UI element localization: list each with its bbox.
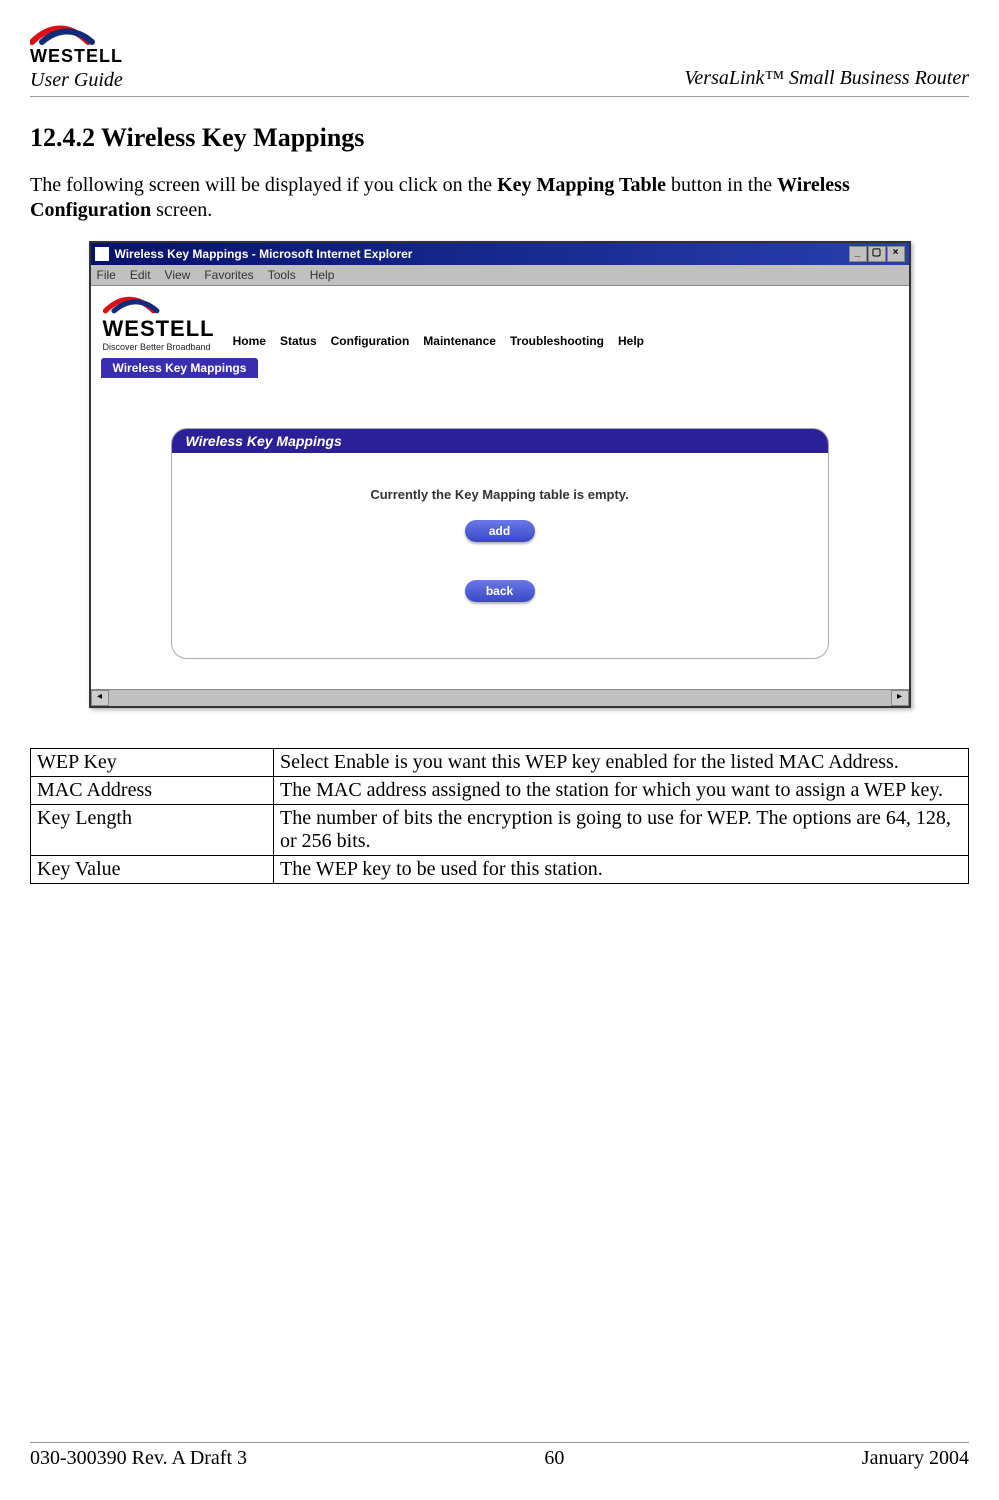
brand-wordmark: WESTELL <box>30 46 123 67</box>
horizontal-scrollbar[interactable]: ◂ ▸ <box>91 689 909 706</box>
table-row: MAC Address The MAC address assigned to … <box>31 777 969 805</box>
para-text: button in the <box>666 174 777 196</box>
back-button[interactable]: back <box>465 580 535 602</box>
window-titlebar: Wireless Key Mappings - Microsoft Intern… <box>91 243 909 265</box>
ie-icon <box>95 247 109 261</box>
parameter-table: WEP Key Select Enable is you want this W… <box>30 748 969 884</box>
maximize-button[interactable]: ▢ <box>868 246 886 262</box>
panel-title: Wireless Key Mappings <box>172 429 828 453</box>
param-desc: Select Enable is you want this WEP key e… <box>274 749 969 777</box>
nav-item[interactable]: Home <box>233 334 266 348</box>
panel-area: Wireless Key Mappings Currently the Key … <box>91 378 909 689</box>
footer-center: 60 <box>544 1447 564 1470</box>
param-name: Key Value <box>31 856 274 884</box>
site-header: WESTELL Discover Better Broadband Home S… <box>91 286 909 358</box>
panel: Wireless Key Mappings Currently the Key … <box>171 428 829 659</box>
panel-body: Currently the Key Mapping table is empty… <box>172 453 828 658</box>
param-name: WEP Key <box>31 749 274 777</box>
nav-item[interactable]: Configuration <box>331 334 410 348</box>
table-row: WEP Key Select Enable is you want this W… <box>31 749 969 777</box>
menu-item[interactable]: File <box>97 268 116 282</box>
page-header: WESTELL User Guide VersaLink™ Small Busi… <box>30 20 969 97</box>
menu-item[interactable]: View <box>165 268 191 282</box>
nav-item[interactable]: Troubleshooting <box>510 334 604 348</box>
westell-swoosh-icon <box>103 292 173 316</box>
active-tab[interactable]: Wireless Key Mappings <box>101 358 259 378</box>
menu-item[interactable]: Tools <box>268 268 296 282</box>
menu-item[interactable]: Help <box>310 268 335 282</box>
param-desc: The MAC address assigned to the station … <box>274 777 969 805</box>
param-name: Key Length <box>31 805 274 856</box>
tab-strip: Wireless Key Mappings <box>91 358 909 378</box>
browser-menubar: File Edit View Favorites Tools Help <box>91 265 909 286</box>
window-buttons: _ ▢ × <box>848 246 905 262</box>
embedded-screenshot: Wireless Key Mappings - Microsoft Intern… <box>89 241 911 708</box>
site-brand: WESTELL <box>103 316 215 342</box>
para-text: The following screen will be displayed i… <box>30 174 497 196</box>
site-tagline: Discover Better Broadband <box>103 342 211 352</box>
page-footer: 030-300390 Rev. A Draft 3 60 January 200… <box>30 1442 969 1470</box>
scroll-left-icon[interactable]: ◂ <box>91 690 109 706</box>
param-name: MAC Address <box>31 777 274 805</box>
table-row: Key Value The WEP key to be used for thi… <box>31 856 969 884</box>
footer-right: January 2004 <box>862 1447 969 1470</box>
minimize-button[interactable]: _ <box>849 246 867 262</box>
site-nav: Home Status Configuration Maintenance Tr… <box>233 334 644 352</box>
document-page: WESTELL User Guide VersaLink™ Small Busi… <box>0 0 999 1500</box>
nav-item[interactable]: Status <box>280 334 317 348</box>
para-bold-1: Key Mapping Table <box>497 174 666 196</box>
para-text: screen. <box>151 199 212 221</box>
product-name: VersaLink™ Small Business Router <box>684 67 969 92</box>
menu-item[interactable]: Edit <box>130 268 151 282</box>
add-button[interactable]: add <box>465 520 535 542</box>
nav-item[interactable]: Help <box>618 334 644 348</box>
menu-item[interactable]: Favorites <box>204 268 253 282</box>
param-desc: The WEP key to be used for this station. <box>274 856 969 884</box>
doc-label: User Guide <box>30 69 123 92</box>
close-button[interactable]: × <box>887 246 905 262</box>
brand-block: WESTELL User Guide <box>30 20 123 92</box>
intro-paragraph: The following screen will be displayed i… <box>30 173 969 223</box>
browser-body: WESTELL Discover Better Broadband Home S… <box>91 286 909 689</box>
footer-left: 030-300390 Rev. A Draft 3 <box>30 1447 247 1470</box>
scroll-right-icon[interactable]: ▸ <box>891 690 909 706</box>
section-heading: 12.4.2 Wireless Key Mappings <box>30 123 969 153</box>
westell-swoosh-icon <box>30 20 110 48</box>
window-title: Wireless Key Mappings - Microsoft Intern… <box>115 247 413 261</box>
empty-message: Currently the Key Mapping table is empty… <box>182 487 818 502</box>
table-row: Key Length The number of bits the encryp… <box>31 805 969 856</box>
site-logo: WESTELL Discover Better Broadband <box>103 292 215 352</box>
nav-item[interactable]: Maintenance <box>423 334 496 348</box>
param-desc: The number of bits the encryption is goi… <box>274 805 969 856</box>
